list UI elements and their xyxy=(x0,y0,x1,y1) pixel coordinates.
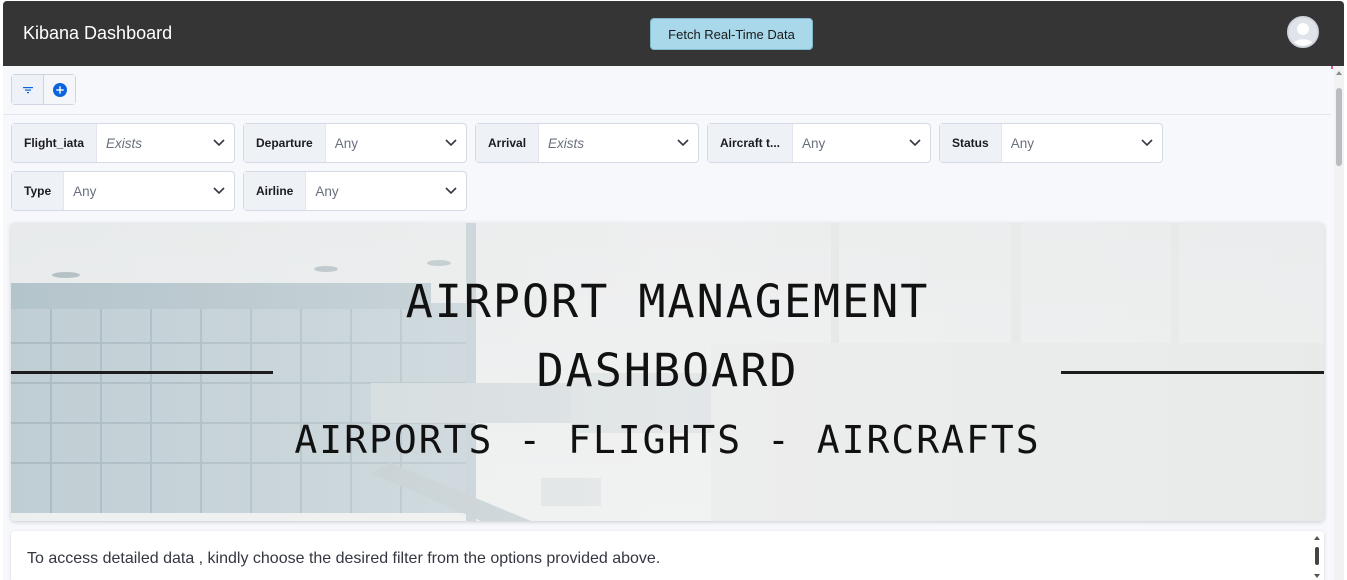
control-flight-iata[interactable]: Flight_iata Exists xyxy=(11,123,235,163)
fetch-real-time-data-button[interactable]: Fetch Real-Time Data xyxy=(650,18,813,50)
control-arrival[interactable]: Arrival Exists xyxy=(475,123,699,163)
control-departure[interactable]: Departure Any xyxy=(243,123,467,163)
control-label: Aircraft t... xyxy=(708,124,794,162)
banner-subtitle: AIRPORTS - FLIGHTS - AIRCRAFTS xyxy=(294,418,1041,462)
control-label: Type xyxy=(12,172,65,210)
banner-title-line1: AIRPORT MANAGEMENT xyxy=(405,275,930,328)
control-label: Flight_iata xyxy=(12,124,98,162)
airport-banner-panel: AIRPORT MANAGEMENT DASHBOARD AIRPORTS - … xyxy=(11,223,1324,521)
control-value: Any xyxy=(73,183,97,199)
control-type[interactable]: Type Any xyxy=(11,171,235,211)
chevron-down-icon xyxy=(668,124,698,162)
scroll-up-arrow-icon[interactable] xyxy=(1334,66,1344,80)
banner-title-line2: DASHBOARD xyxy=(536,344,799,397)
options-list-controls: Flight_iata Exists Departure Any Arrival… xyxy=(11,123,1331,213)
control-status[interactable]: Status Any xyxy=(939,123,1163,163)
chevron-down-icon xyxy=(204,172,234,210)
instructions-panel: To access detailed data , kindly choose … xyxy=(11,531,1324,580)
app-title: Kibana Dashboard xyxy=(23,23,173,43)
panel-scrollbar[interactable] xyxy=(1312,535,1322,579)
control-value: Any xyxy=(1010,135,1034,151)
dashboard-canvas: Flight_iata Exists Departure Any Arrival… xyxy=(3,66,1344,580)
control-airline[interactable]: Airline Any xyxy=(243,171,467,211)
control-value: Any xyxy=(315,183,339,199)
control-value: Any xyxy=(334,135,358,151)
control-label: Departure xyxy=(244,124,326,162)
control-aircraft-type[interactable]: Aircraft t... Any xyxy=(707,123,931,163)
add-circle-icon[interactable] xyxy=(43,75,75,104)
user-avatar-icon[interactable] xyxy=(1287,16,1319,48)
top-header: Kibana Dashboard Fetch Real-Time Data xyxy=(3,1,1344,66)
controls-button-group xyxy=(11,74,76,105)
chevron-down-icon xyxy=(900,124,930,162)
control-value: Any xyxy=(802,135,826,151)
control-label: Airline xyxy=(244,172,307,210)
filter-icon[interactable] xyxy=(12,75,44,104)
chevron-down-icon xyxy=(204,124,234,162)
control-value: Exists xyxy=(106,135,143,151)
instructions-text: To access detailed data , kindly choose … xyxy=(27,550,661,567)
control-label: Status xyxy=(940,124,1002,162)
chevron-down-icon xyxy=(436,172,466,210)
control-value: Exists xyxy=(548,135,585,151)
chevron-down-icon xyxy=(436,124,466,162)
page-scrollbar-thumb[interactable] xyxy=(1336,88,1342,166)
page-scrollbar[interactable] xyxy=(1334,66,1344,580)
controls-toolbar xyxy=(3,66,1331,115)
chevron-down-icon xyxy=(1132,124,1162,162)
control-label: Arrival xyxy=(476,124,540,162)
